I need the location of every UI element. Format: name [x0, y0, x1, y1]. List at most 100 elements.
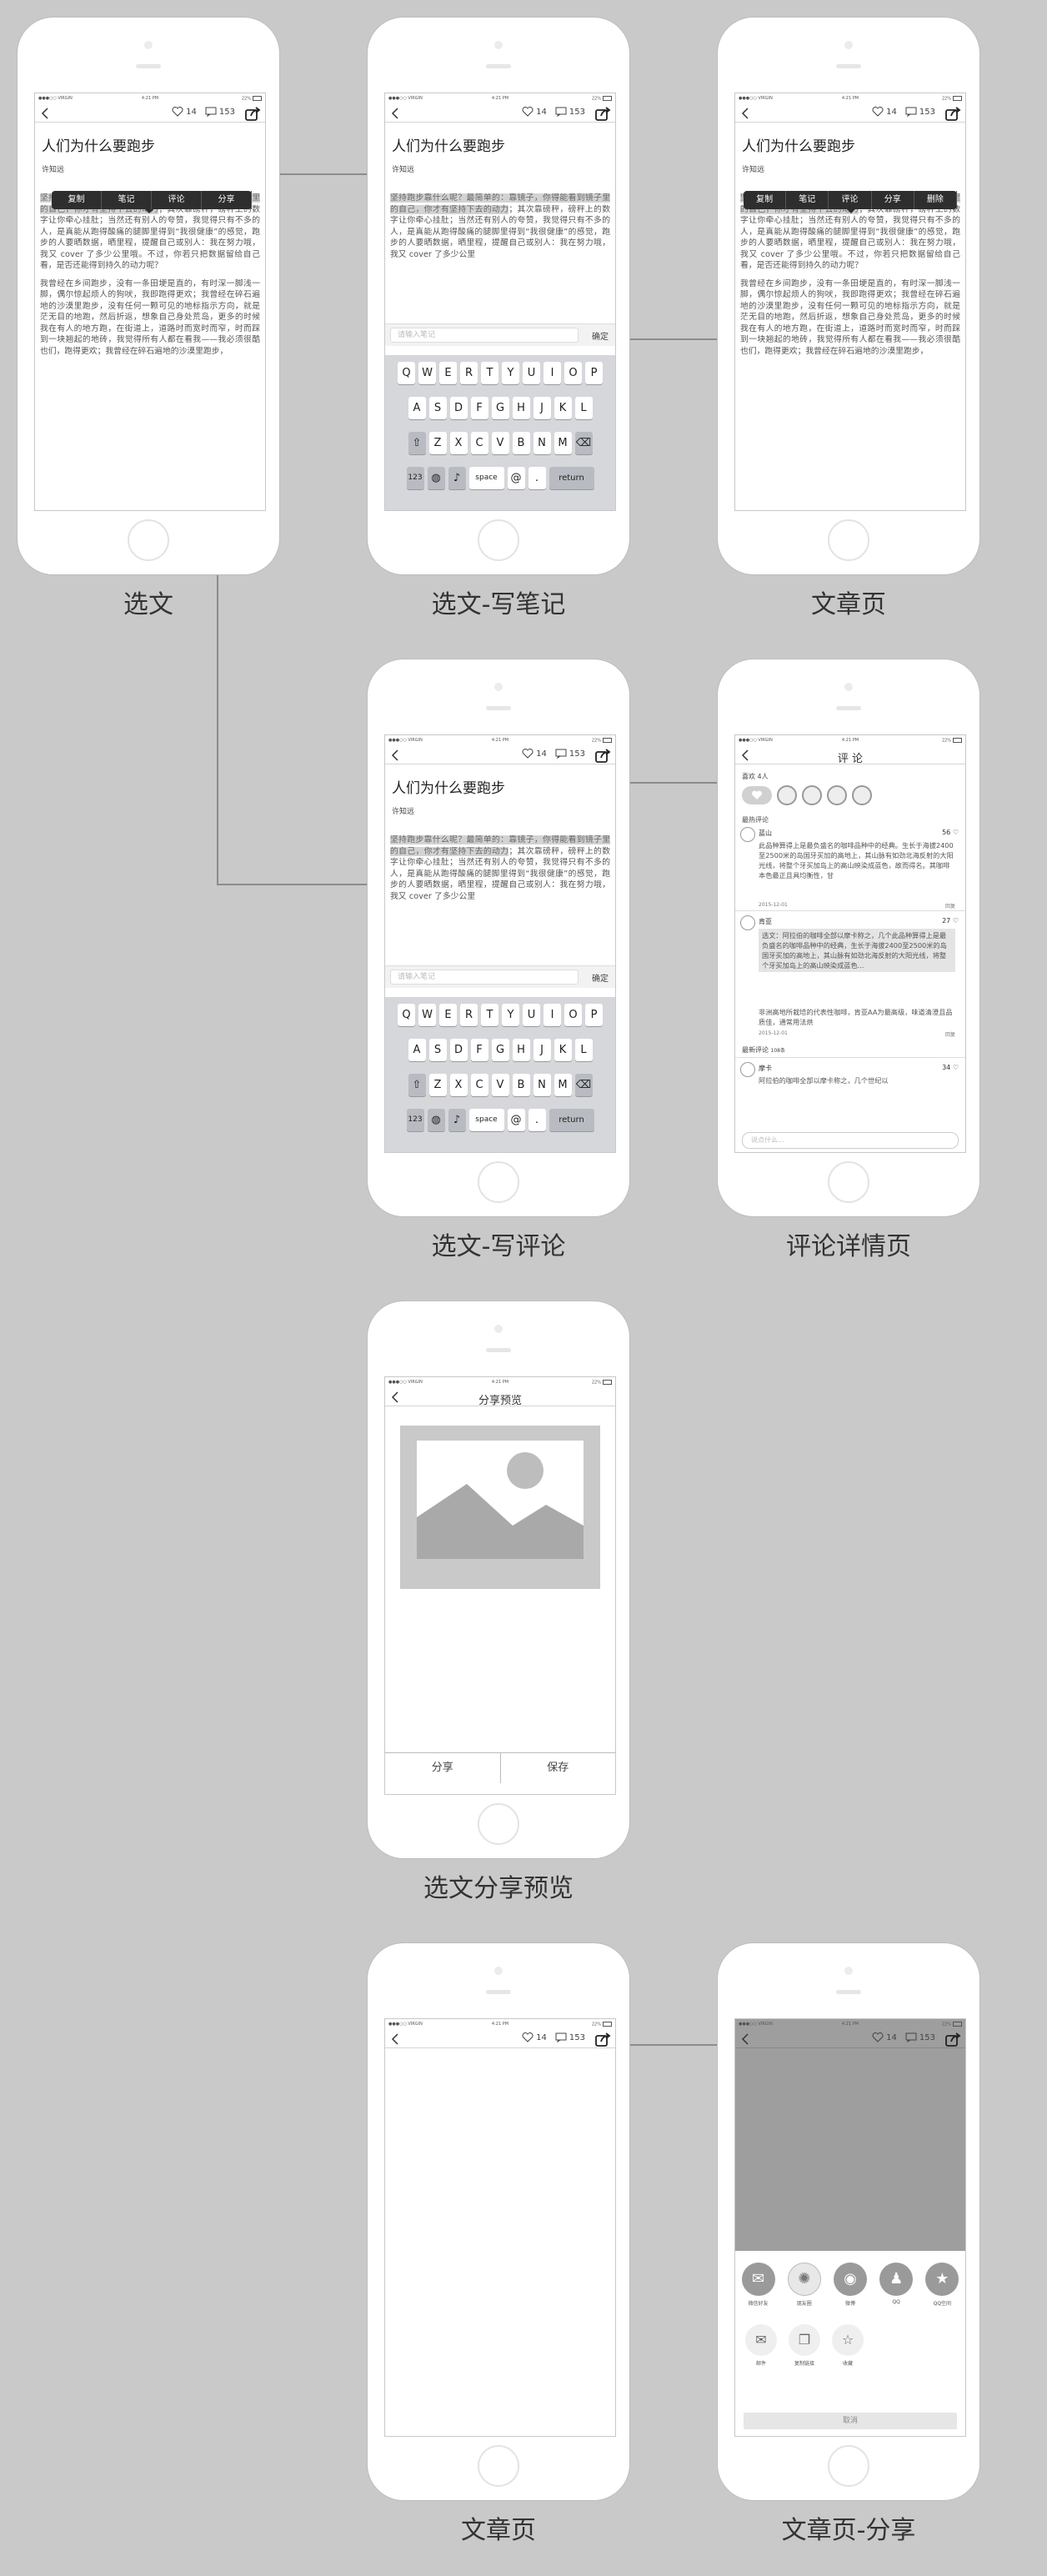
key-x[interactable]: X [449, 1074, 468, 1096]
home-button[interactable] [478, 519, 519, 561]
comment-likes[interactable]: 27 ♡ [942, 917, 959, 925]
comment-icon[interactable] [555, 2032, 567, 2042]
key-s[interactable]: S [428, 1039, 447, 1061]
key-x[interactable]: X [449, 432, 468, 454]
share-moments[interactable]: ✺ 朋友圈 [787, 2263, 821, 2307]
key-v[interactable]: V [491, 432, 509, 454]
share-icon[interactable] [945, 2032, 962, 2047]
share-weibo[interactable]: ◉ 微博 [833, 2263, 867, 2307]
comment-icon[interactable] [905, 2032, 917, 2042]
share-copy-link[interactable]: ❐ 复制链接 [789, 2324, 820, 2367]
key-h[interactable]: H [512, 397, 530, 419]
key-e[interactable]: E [439, 1004, 457, 1026]
dot-key[interactable]: . [528, 467, 546, 489]
key-p[interactable]: P [585, 1004, 603, 1026]
menu-copy[interactable]: 复制 [52, 191, 102, 209]
key-e[interactable]: E [439, 362, 457, 384]
menu-share[interactable]: 分享 [872, 191, 914, 209]
key-d[interactable]: D [449, 397, 468, 419]
key-b[interactable]: B [512, 432, 530, 454]
reply-button[interactable]: 回复 [945, 1030, 955, 1038]
shift-key[interactable]: ⇧ [408, 1074, 426, 1096]
key-j[interactable]: J [533, 1039, 551, 1061]
key-u[interactable]: U [523, 362, 540, 384]
delete-key[interactable]: ⌫ [574, 1074, 593, 1096]
key-l[interactable]: L [574, 1039, 593, 1061]
home-button[interactable] [478, 1161, 519, 1203]
mic-icon[interactable]: ♪ [448, 467, 466, 489]
at-key[interactable]: @ [507, 1109, 525, 1131]
mic-icon[interactable]: ♪ [448, 1109, 466, 1131]
note-input[interactable]: 请输入笔记 [390, 328, 579, 343]
heart-icon[interactable] [522, 749, 534, 759]
shift-key[interactable]: ⇧ [408, 432, 426, 454]
avatar[interactable] [827, 785, 847, 805]
key-i[interactable]: I [544, 362, 561, 384]
key-o[interactable]: O [564, 362, 582, 384]
key-a[interactable]: A [408, 1039, 426, 1061]
article-body[interactable]: 坚持跑步靠什么呢？最简单的：靠镜子，你得能看到镜子里的自己，你才有坚持下去的动力… [390, 834, 610, 902]
menu-comment[interactable]: 评论 [829, 191, 872, 209]
key-b[interactable]: B [512, 1074, 530, 1096]
share-icon[interactable] [595, 2032, 612, 2047]
comment-icon[interactable] [555, 107, 567, 117]
key-d[interactable]: D [449, 1039, 468, 1061]
back-icon[interactable] [389, 107, 403, 120]
share-button[interactable]: 分享 [385, 1753, 501, 1783]
key-z[interactable]: Z [428, 1074, 447, 1096]
home-button[interactable] [478, 2445, 519, 2487]
reply-button[interactable]: 回复 [945, 902, 955, 910]
key-p[interactable]: P [585, 362, 603, 384]
menu-comment[interactable]: 评论 [152, 191, 202, 209]
key-m[interactable]: M [554, 432, 572, 454]
key-f[interactable]: F [470, 1039, 488, 1061]
at-key[interactable]: @ [507, 467, 525, 489]
home-button[interactable] [828, 2445, 869, 2487]
share-favorite[interactable]: ☆ 收藏 [832, 2324, 864, 2367]
menu-note[interactable]: 笔记 [786, 191, 829, 209]
return-key[interactable]: return [549, 1109, 594, 1131]
key-n[interactable]: N [533, 1074, 551, 1096]
globe-icon[interactable]: ◍ [427, 1109, 445, 1131]
avatar[interactable] [740, 827, 755, 842]
home-button[interactable] [478, 1803, 519, 1845]
key-m[interactable]: M [554, 1074, 572, 1096]
heart-icon[interactable] [522, 107, 534, 117]
key-g[interactable]: G [491, 1039, 509, 1061]
key-w[interactable]: W [418, 362, 436, 384]
share-qzone[interactable]: ★ QQ空间 [925, 2263, 959, 2307]
share-qq[interactable]: ♟ QQ [879, 2263, 914, 2307]
comment-input[interactable]: 请输入笔记 [390, 970, 579, 985]
key-n[interactable]: N [533, 432, 551, 454]
key-h[interactable]: H [512, 1039, 530, 1061]
comment-likes[interactable]: 56 ♡ [942, 829, 959, 836]
menu-share[interactable]: 分享 [202, 191, 252, 209]
share-icon[interactable] [945, 106, 962, 121]
key-k[interactable]: K [554, 1039, 572, 1061]
key-v[interactable]: V [491, 1074, 509, 1096]
key-c[interactable]: C [470, 432, 488, 454]
heart-icon[interactable] [172, 107, 183, 117]
comment-icon[interactable] [555, 749, 567, 759]
share-icon[interactable] [245, 106, 262, 121]
comment-input[interactable]: 说点什么... [742, 1132, 959, 1149]
key-y[interactable]: Y [502, 362, 519, 384]
back-icon[interactable] [39, 107, 53, 120]
confirm-button[interactable]: 确定 [592, 329, 609, 342]
dot-key[interactable]: . [528, 1109, 546, 1131]
comment-icon[interactable] [205, 107, 217, 117]
back-icon[interactable] [389, 2032, 403, 2046]
avatar[interactable] [852, 785, 872, 805]
key-r[interactable]: R [460, 1004, 478, 1026]
space-key[interactable]: space [468, 1109, 504, 1131]
like-button[interactable] [742, 786, 772, 804]
key-i[interactable]: I [544, 1004, 561, 1026]
menu-copy[interactable]: 复制 [744, 191, 787, 209]
comment-icon[interactable] [905, 107, 917, 117]
key-a[interactable]: A [408, 397, 426, 419]
key-q[interactable]: Q [398, 362, 415, 384]
heart-icon[interactable] [872, 2032, 884, 2042]
share-icon[interactable] [595, 748, 612, 763]
key-w[interactable]: W [418, 1004, 436, 1026]
share-wechat[interactable]: ✉ 微信好友 [741, 2263, 775, 2307]
